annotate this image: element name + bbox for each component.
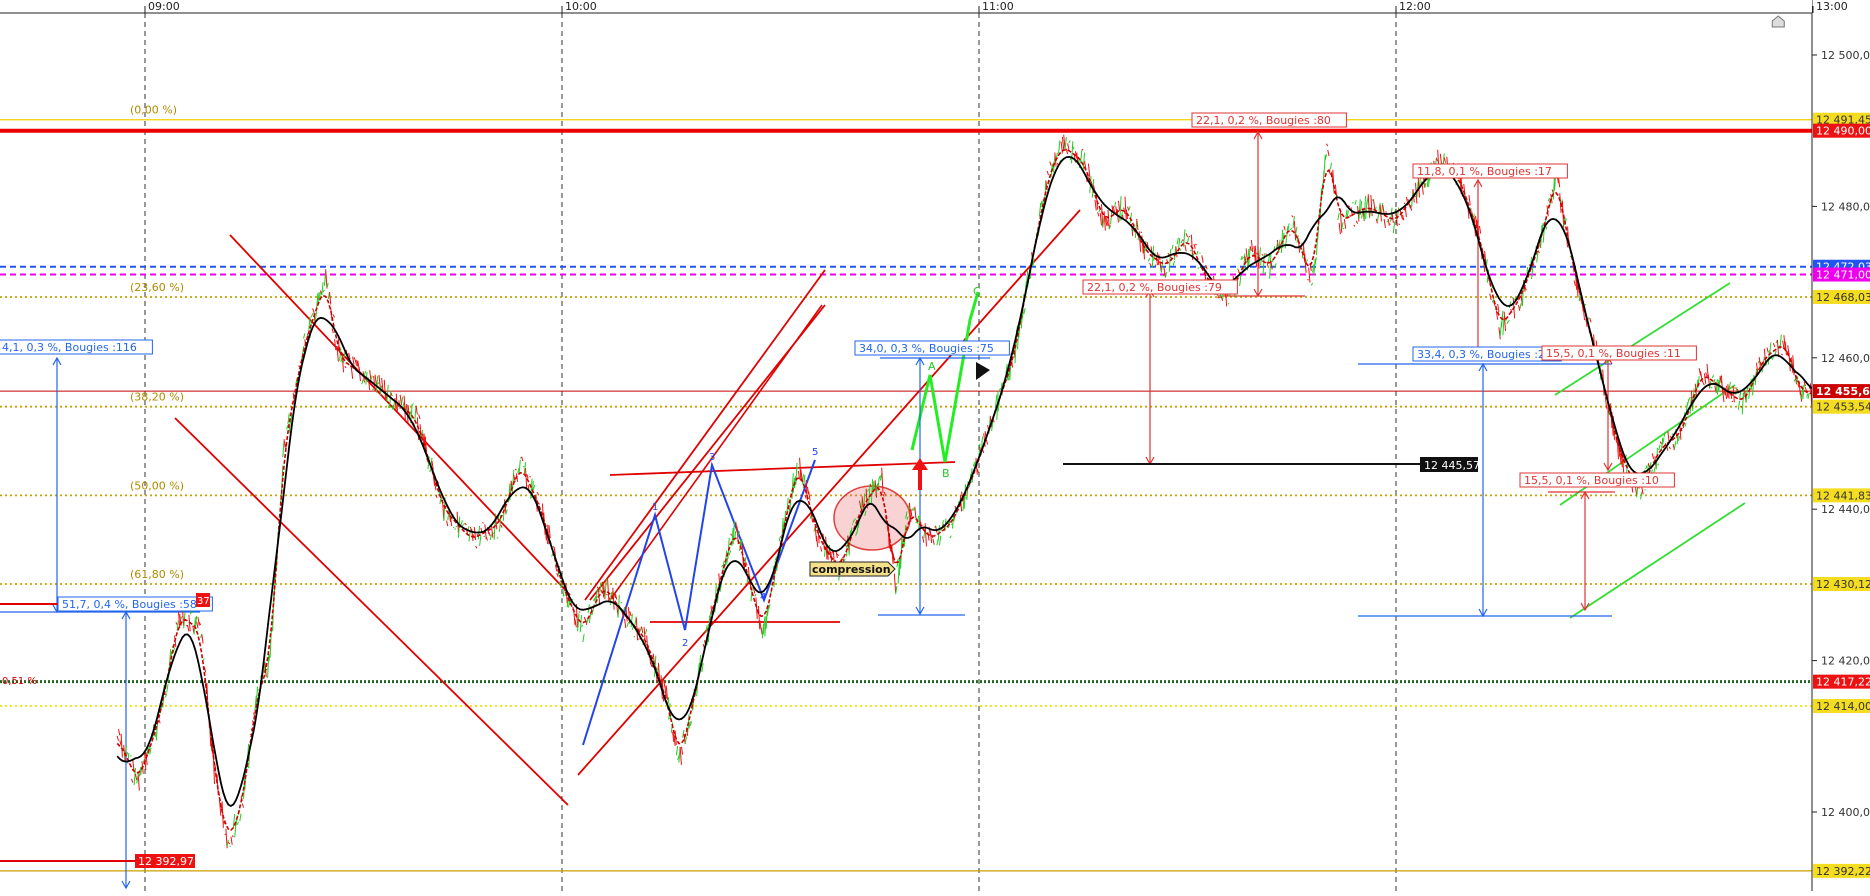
price-axis: 12 500,0012 480,0012 460,0012 440,0012 4… <box>1812 0 1870 891</box>
price-tick-label: 12 460,00 <box>1821 352 1870 365</box>
measure-label: 51,7, 0,4 %, Bougies :58 <box>62 598 197 611</box>
price-tick-segment <box>1352 202 1353 203</box>
abc-label: C <box>973 285 981 298</box>
abc-label: B <box>942 467 950 480</box>
fibonacci-level-label: (0,00 %) <box>130 104 177 117</box>
price-tag-label: 37 <box>197 596 210 607</box>
price-level-tag-label: 12 490,00 <box>1816 125 1870 138</box>
measure-label: 15,5, 0,1 %, Bougies :11 <box>1546 347 1681 360</box>
fibonacci-level-label: (50,00 %) <box>130 479 184 492</box>
price-tick-segment <box>1307 279 1308 280</box>
wave-label: 4 <box>760 592 766 603</box>
price-tick-segment <box>454 529 455 530</box>
measure-label: 22,1, 0,2 %, Bougies :80 <box>1196 114 1331 127</box>
wave-label: 5 <box>812 447 818 458</box>
chart-background <box>0 0 1870 891</box>
time-tick-label: 10:00 <box>565 0 597 13</box>
fibonacci-level-label: (23,60 %) <box>130 281 184 294</box>
measure-label: 34,0, 0,3 %, Bougies :75 <box>859 342 994 355</box>
fibonacci-level-label: (61,80 %) <box>130 568 184 581</box>
price-tick-label: 12 480,00 <box>1821 200 1870 213</box>
wave-label: 1 <box>652 502 658 513</box>
price-level-tag-label: 12 453,54 <box>1816 401 1870 414</box>
measure-label: 11,8, 0,1 %, Bougies :17 <box>1417 165 1552 178</box>
percent-label: 0,51 % <box>2 676 37 687</box>
price-level-tag-label: 12 455,60 <box>1816 385 1870 398</box>
price-level-tag-label: 12 441,83 <box>1816 489 1870 502</box>
chart[interactable]: (0,00 %) (23,60 %) (38,20 %) (50,00 %) (61,8… <box>0 0 1870 891</box>
price-level-tag-label: 12 430,12 <box>1816 578 1870 591</box>
time-axis-band <box>0 0 1812 13</box>
price-tick-segment <box>482 522 483 523</box>
price-tick-segment <box>1190 250 1191 251</box>
measure-label: 22,1, 0,2 %, Bougies :79 <box>1087 281 1222 294</box>
price-tag-label: 12 445,57 <box>1424 459 1480 472</box>
price-level-tag-label: 12 414,00 <box>1816 700 1870 713</box>
measure-label: 33,4, 0,3 %, Bougies :2 <box>1417 348 1545 361</box>
price-tick-segment <box>1343 228 1344 229</box>
fibonacci-level-label: (38,20 %) <box>130 391 184 404</box>
time-tick-label: 12:00 <box>1399 0 1431 13</box>
measure-label: 4,1, 0,3 %, Bougies :116 <box>2 341 137 354</box>
price-level-tag-label: 12 392,22 <box>1816 865 1870 878</box>
price-chart-svg[interactable]: (0,00 %) (23,60 %) (38,20 %) (50,00 %) (61,8… <box>0 0 1870 891</box>
time-tick-label: 09:00 <box>148 0 180 13</box>
price-level-tag-label: 12 468,03 <box>1816 291 1870 304</box>
compression-label: compression <box>812 563 891 576</box>
price-level-tag-label: 12 417,22 <box>1816 676 1870 689</box>
price-level-tag-label: 12 471,00 <box>1816 269 1870 282</box>
price-tick-segment <box>1228 303 1229 304</box>
price-tick-segment <box>634 636 635 637</box>
price-tick-label: 12 440,00 <box>1821 503 1870 516</box>
price-tag-label: 12 392,97 <box>138 855 194 868</box>
price-tick-segment <box>572 607 573 608</box>
measure-label: 15,5, 0,1 %, Bougies :10 <box>1524 474 1659 487</box>
price-tick-segment <box>797 467 798 468</box>
price-tick-segment <box>497 538 498 539</box>
time-tick-label: 13:00 <box>1816 0 1848 13</box>
price-tick-segment <box>621 602 622 603</box>
abc-label: A <box>928 360 936 373</box>
wave-label: 3 <box>709 452 715 463</box>
time-tick-label: 11:00 <box>982 0 1014 13</box>
price-tick-segment <box>1732 401 1733 402</box>
price-tick-segment <box>1734 388 1735 389</box>
price-tick-segment <box>1385 212 1386 213</box>
price-tick-label: 12 400,00 <box>1821 806 1870 819</box>
price-tick-segment <box>191 612 192 613</box>
price-tick-segment <box>1082 149 1083 150</box>
wave-label: 2 <box>682 638 688 649</box>
price-tick-label: 12 500,00 <box>1821 49 1870 62</box>
price-tick-segment <box>441 498 442 499</box>
price-tick-label: 12 420,00 <box>1821 655 1870 668</box>
